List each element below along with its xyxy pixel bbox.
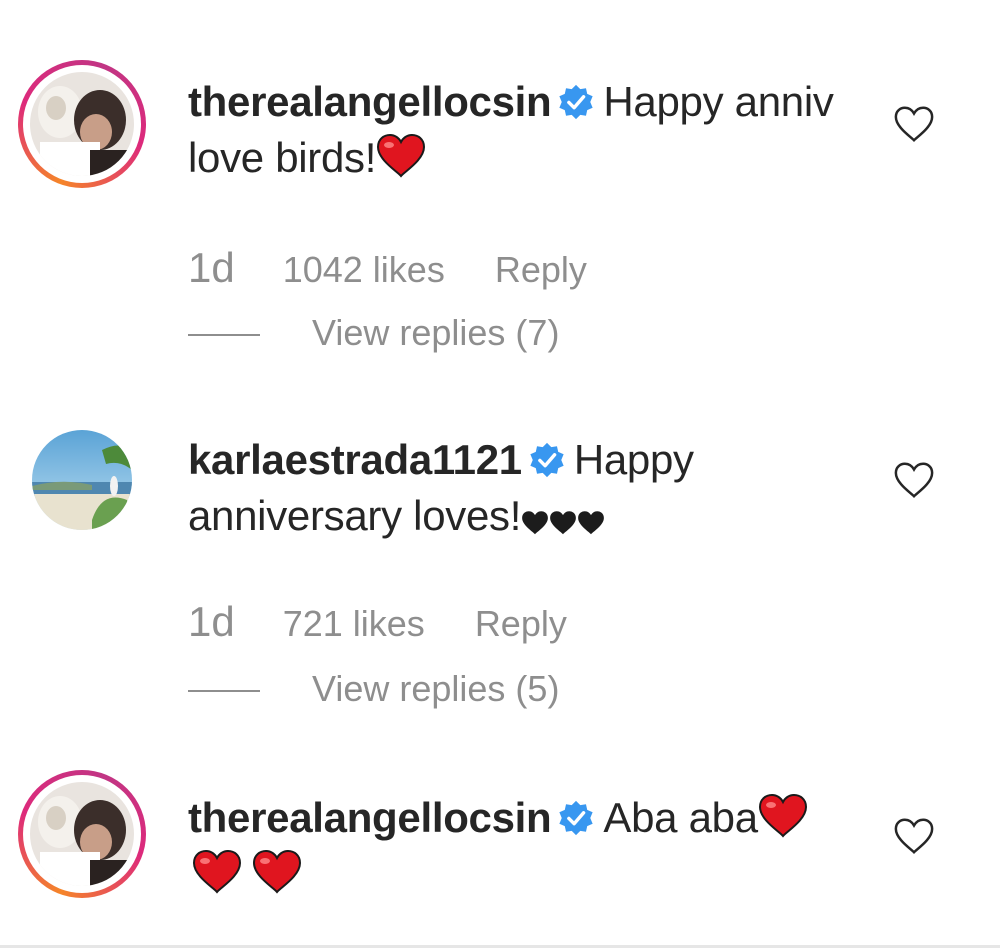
red-heart-emoji bbox=[758, 794, 807, 838]
red-heart-emoji bbox=[252, 850, 302, 894]
comment-meta: 1d 1042 likes Reply bbox=[188, 244, 587, 292]
avatar[interactable] bbox=[32, 430, 132, 530]
reply-button[interactable]: Reply bbox=[495, 249, 587, 291]
view-replies-button[interactable]: View replies (7) bbox=[188, 312, 559, 354]
comment-likes-count[interactable]: 1042 likes bbox=[283, 249, 445, 291]
replies-divider bbox=[188, 334, 260, 337]
avatar-story-ring[interactable] bbox=[18, 770, 146, 898]
comment-body: karlaestrada1121 Happy anniversary loves! bbox=[188, 432, 868, 544]
red-heart-emoji bbox=[377, 134, 426, 178]
avatar bbox=[30, 782, 134, 886]
comment-body: therealangellocsin Happy anniv love birds… bbox=[188, 74, 868, 186]
black-heart-emoji bbox=[578, 511, 604, 535]
comment-username[interactable]: therealangellocsin bbox=[188, 78, 552, 125]
replies-divider bbox=[188, 690, 260, 693]
comment-timestamp[interactable]: 1d bbox=[188, 598, 235, 646]
verified-badge-icon bbox=[530, 442, 564, 478]
view-replies-button[interactable]: View replies (5) bbox=[188, 668, 559, 710]
heart-outline-icon[interactable] bbox=[893, 104, 935, 144]
comment-meta: 1d 721 likes Reply bbox=[188, 598, 567, 646]
comment-username[interactable]: karlaestrada1121 bbox=[188, 436, 522, 483]
black-heart-emoji bbox=[522, 511, 548, 535]
red-heart-emoji bbox=[192, 850, 242, 894]
avatar bbox=[30, 72, 134, 176]
comment-text: Aba aba bbox=[603, 794, 758, 841]
comment-body: therealangellocsin Aba aba bbox=[188, 790, 868, 902]
avatar-story-ring[interactable] bbox=[18, 60, 146, 188]
verified-badge-icon bbox=[559, 800, 594, 836]
heart-outline-icon[interactable] bbox=[893, 816, 935, 856]
view-replies-label: View replies (7) bbox=[312, 312, 560, 353]
heart-outline-icon[interactable] bbox=[893, 460, 935, 500]
comment-username[interactable]: therealangellocsin bbox=[188, 794, 552, 841]
black-heart-emoji bbox=[550, 511, 576, 535]
reply-button[interactable]: Reply bbox=[475, 603, 567, 645]
comment-likes-count[interactable]: 721 likes bbox=[283, 603, 425, 645]
view-replies-label: View replies (5) bbox=[312, 668, 560, 709]
verified-badge-icon bbox=[559, 84, 594, 120]
comment-timestamp[interactable]: 1d bbox=[188, 244, 235, 292]
